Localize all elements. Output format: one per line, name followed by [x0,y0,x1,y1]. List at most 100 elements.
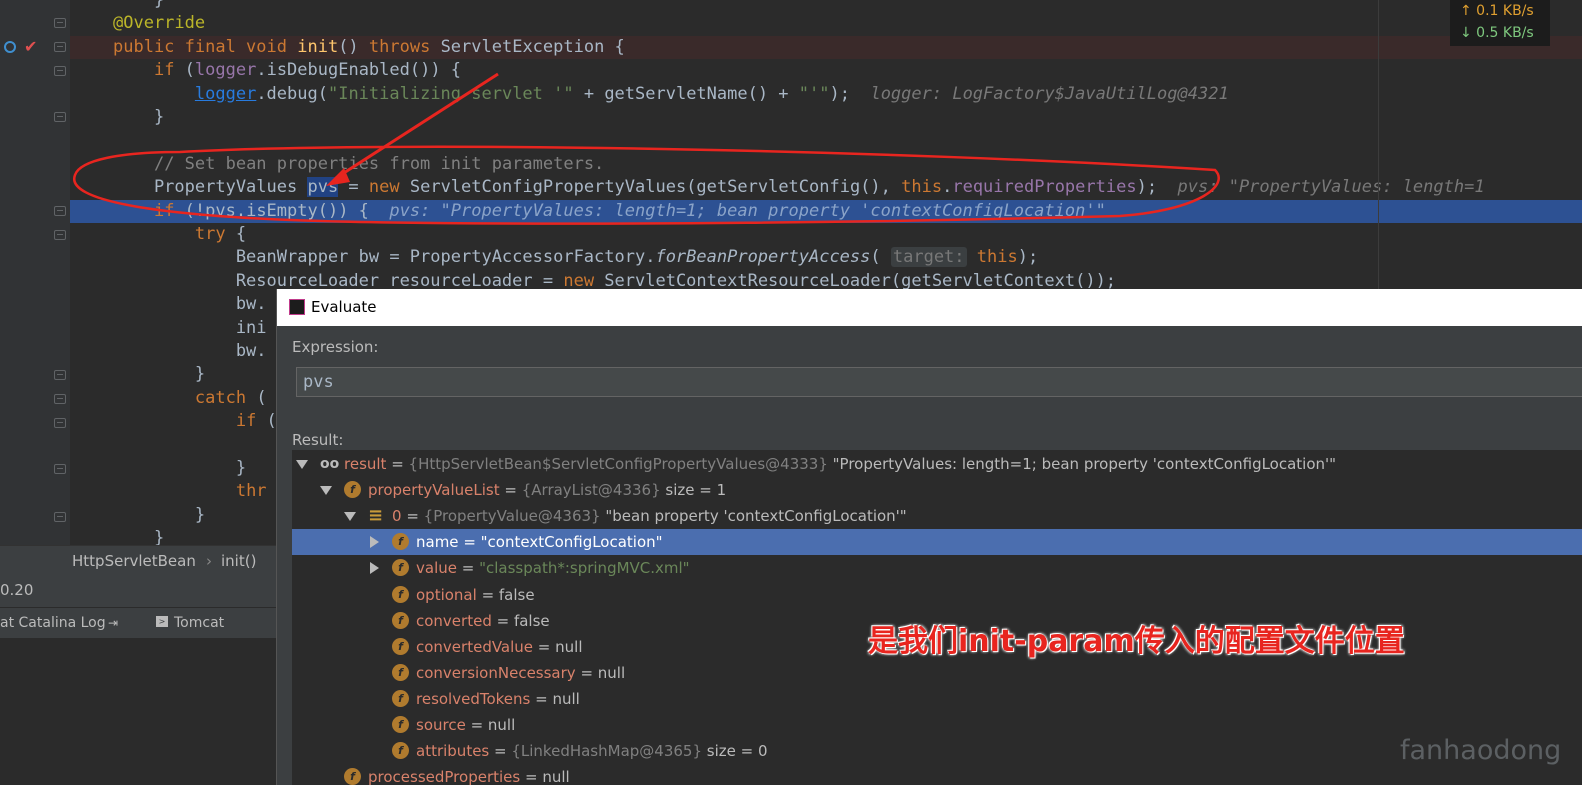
tree-row[interactable]: f propertyValueList = {ArrayList@4336} si… [292,477,1582,503]
var-value: false [513,611,550,630]
tree-row-text: converted = false [416,608,550,634]
var-name: source [416,716,466,734]
field-icon: f [392,611,409,629]
var-ref: {ArrayList@4336} [521,481,661,500]
tree-row[interactable]: f resolvedTokens = null [292,686,1582,712]
var-name: result [344,455,387,473]
tree-row-text: convertedValue = null [416,634,583,660]
equals-sign: = [491,611,514,630]
expand-down-icon[interactable] [296,460,308,469]
equals-sign: = [530,689,553,708]
var-value: "bean property 'contextConfigLocation'" [600,507,907,526]
field-icon: f [392,585,409,603]
var-value: null [597,663,626,682]
tree-row[interactable]: f value = "classpath*:springMVC.xml" [292,555,1582,581]
var-value: null [487,716,516,734]
tree-row-text: source = null [416,712,515,738]
equals-sign: = [575,663,598,682]
tree-row[interactable]: oo result = {HttpServletBean$ServletConfi… [292,451,1582,477]
var-name: conversionNecessary [416,663,576,682]
equals-sign: = [386,455,409,473]
tree-row-text: name = "contextConfigLocation" [416,529,663,555]
breadcrumb-method[interactable]: init() [221,546,256,576]
tree-row-text: 0 = {PropertyValue@4363} "bean property … [392,503,907,529]
var-ref: {LinkedHashMap@4365} [511,742,703,761]
annotation-arrow [335,72,499,180]
equals-sign: = [401,507,424,526]
equals-sign: = [533,637,556,656]
var-value: "contextConfigLocation" [480,533,663,552]
tab-catalina-log[interactable]: at Catalina Log [0,608,106,638]
dialog-title: Evaluate [311,298,377,316]
var-name: converted [416,611,492,630]
tab-bar: at Catalina Log ⇥ > Tomcat Localho [0,607,280,661]
var-value: null [555,637,583,656]
expression-label: Expression: [292,338,379,356]
expand-down-icon[interactable] [320,486,332,496]
var-value: null [542,768,570,785]
equals-sign: = [458,533,481,552]
breadcrumb[interactable]: HttpServletBean › init() [0,545,280,576]
field-icon: f [392,716,409,733]
intellij-logo-icon [289,299,305,315]
field-icon: f [344,481,361,499]
var-name: convertedValue [416,637,534,656]
var-name: optional [416,585,477,604]
field-icon: f [392,533,409,551]
version-label: 0.20 [0,581,34,599]
equals-sign: = [499,481,522,500]
equals-sign: = [465,716,488,734]
var-value: size = 1 [660,481,727,500]
tree-row-text: propertyValueList = {ArrayList@4336} siz… [368,477,726,503]
evaluate-dialog[interactable]: Evaluate Expression: pvs Result: oo resul… [276,289,1582,785]
expression-input[interactable]: pvs [296,367,1582,397]
var-value: false [498,585,535,604]
tree-row[interactable]: ≡ 0 = {PropertyValue@4363} "bean property… [292,503,1582,529]
var-name: attributes [416,742,490,761]
watch-icon: oo [320,456,340,472]
run-panel[interactable]: 0.20 at Catalina Log ⇥ > Tomcat Localho [0,575,280,785]
field-icon: f [344,768,361,785]
var-name: value [416,559,457,578]
expand-down-icon[interactable] [344,512,356,522]
var-ref: {HttpServletBean$ServletConfigPropertyVa… [408,455,828,473]
equals-sign: = [456,559,480,578]
breadcrumb-class[interactable]: HttpServletBean [72,546,196,576]
field-icon: f [392,637,409,655]
tree-row[interactable]: f optional = false [292,582,1582,608]
var-ref: {PropertyValue@4363} [423,507,601,526]
field-icon: f [392,663,409,681]
var-value: "PropertyValues: length=1; bean property… [827,455,1337,473]
tree-row-text: processedProperties = null [368,764,570,785]
equals-sign: = [476,585,499,604]
annotation-circle [72,145,1220,225]
var-name: propertyValueList [368,481,500,500]
expand-right-icon[interactable] [370,562,379,575]
dialog-titlebar[interactable]: Evaluate [277,289,1582,326]
log-area [0,638,280,785]
equals-sign: = [489,742,512,761]
tree-row-text: attributes = {LinkedHashMap@4365} size =… [416,738,768,764]
tree-row-text: result = {HttpServletBean$ServletConfigP… [344,451,1336,477]
field-icon: f [392,689,409,707]
var-value: size = 0 [702,742,768,761]
tree-row[interactable]: f processedProperties = null [292,764,1582,785]
pin-icon[interactable]: ⇥ [108,608,118,638]
result-label: Result: [292,431,344,449]
tree-row-text: optional = false [416,582,535,608]
var-name: resolvedTokens [416,689,531,708]
expand-right-icon[interactable] [370,536,379,549]
tree-row[interactable]: f conversionNecessary = null [292,660,1582,686]
tree-row-text: conversionNecessary = null [416,660,625,686]
chevron-right-icon: › [206,552,212,570]
terminal-icon: > [156,616,168,627]
list-item-icon: ≡ [368,505,384,527]
tree-row[interactable]: f attributes = {LinkedHashMap@4365} size … [292,738,1582,764]
var-name: processedProperties [368,768,521,785]
tree-row-text: value = "classpath*:springMVC.xml" [416,555,690,581]
tree-row[interactable]: f source = null [292,712,1582,738]
tree-row[interactable]: f name = "contextConfigLocation" [292,529,1582,556]
annotation-note: 是我们init-param传入的配置文件位置 [868,624,1405,659]
field-icon: f [392,559,409,577]
watermark: fanhaodong [1400,735,1562,766]
